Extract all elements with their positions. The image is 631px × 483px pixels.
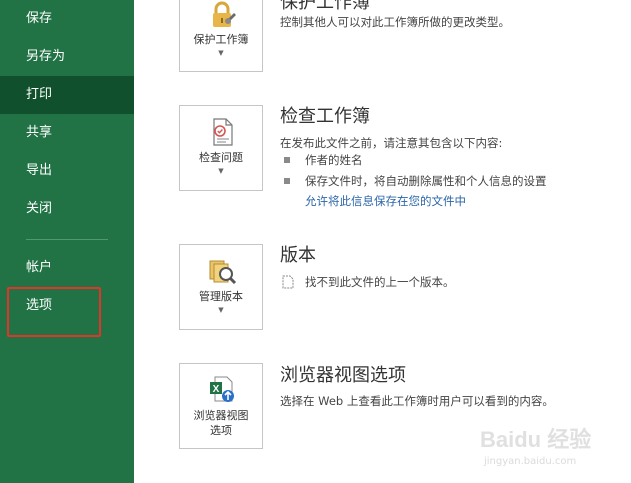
protect-workbook-label: 保护工作簿 [193, 33, 249, 46]
bullet-icon [284, 178, 290, 184]
browser-view-options-title: 浏览器视图选项 [280, 365, 406, 386]
sidebar-item-share[interactable]: 共享 [0, 114, 134, 152]
allow-save-info-link[interactable]: 允许将此信息保存在您的文件中 [305, 193, 466, 209]
inspect-workbook-title: 检查工作簿 [280, 106, 370, 127]
chevron-down-icon: ▼ [218, 167, 224, 175]
watermark-brand: Baidu 经验 [480, 427, 592, 452]
chevron-down-icon: ▼ [218, 49, 224, 57]
inspect-workbook-description: 在发布此文件之前，请注意其包含以下内容: [280, 136, 503, 150]
protect-workbook-description: 控制其他人可以对此工作簿所做的更改类型。 [280, 15, 510, 29]
options-highlight-box [7, 287, 101, 337]
sidebar-item-save-as[interactable]: 另存为 [0, 38, 134, 76]
sidebar-item-export[interactable]: 导出 [0, 152, 134, 190]
browser-view-options-description: 选择在 Web 上查看此工作簿时用户可以看到的内容。 [280, 394, 554, 408]
sidebar-divider [26, 239, 108, 240]
backstage-sidebar: 保存 另存为 打印 共享 导出 关闭 帐户 选项 [0, 0, 134, 483]
inspect-bullet-properties: 保存文件时，将自动删除属性和个人信息的设置 [305, 174, 547, 188]
browser-view-options-label-line2: 选项 [210, 424, 232, 437]
excel-web-icon: X [210, 376, 234, 402]
manage-versions-button[interactable]: 管理版本 ▼ [179, 244, 263, 330]
versions-description: 找不到此文件的上一个版本。 [305, 275, 455, 289]
svg-text:X: X [213, 384, 220, 395]
sidebar-item-print[interactable]: 打印 [0, 76, 134, 114]
protect-workbook-title: 保护工作簿 [280, 0, 370, 13]
sidebar-item-close[interactable]: 关闭 [0, 190, 134, 228]
check-issues-button[interactable]: 检查问题 ▼ [179, 105, 263, 191]
bullet-icon [284, 157, 290, 163]
lock-icon [213, 1, 236, 27]
browser-view-options-button[interactable]: X 浏览器视图 选项 [179, 363, 263, 449]
protect-workbook-button[interactable]: 保护工作簿 ▼ [179, 0, 263, 72]
sidebar-item-account[interactable]: 帐户 [0, 249, 134, 287]
document-icon [282, 275, 294, 289]
browser-view-options-label-line1: 浏览器视图 [193, 409, 249, 422]
inspect-document-icon [213, 118, 233, 146]
manage-versions-icon [209, 260, 237, 285]
inspect-bullet-author: 作者的姓名 [305, 153, 363, 167]
baidu-watermark: Baidu 经验 jingyan.baidu.com [470, 420, 630, 480]
sidebar-item-save[interactable]: 保存 [0, 0, 134, 38]
versions-title: 版本 [280, 245, 316, 266]
watermark-url: jingyan.baidu.com [484, 456, 577, 467]
check-issues-label: 检查问题 [199, 151, 243, 164]
chevron-down-icon: ▼ [218, 306, 224, 314]
manage-versions-label: 管理版本 [199, 290, 243, 303]
